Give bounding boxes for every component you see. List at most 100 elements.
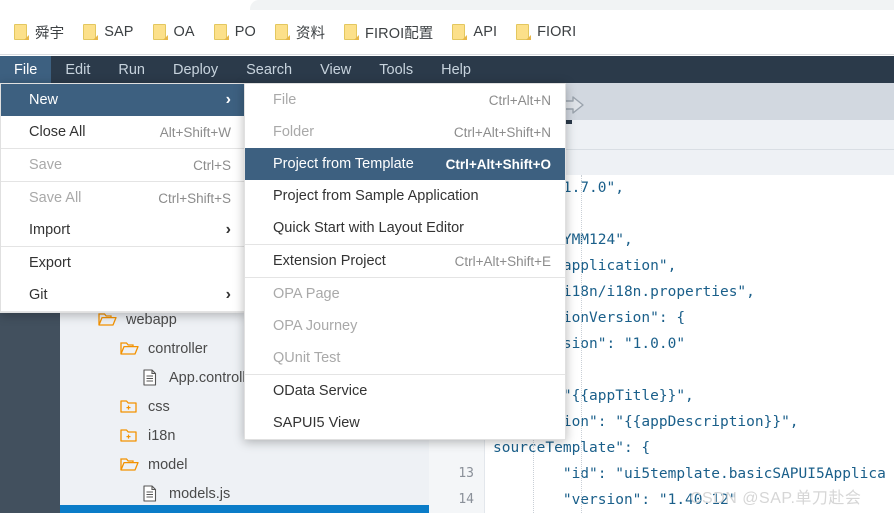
menu-item-label: QUnit Test	[273, 350, 341, 366]
menu-file[interactable]: File	[0, 56, 52, 83]
new-submenu-item-project-from-template[interactable]: Project from Template Ctrl+Alt+Shift+O	[245, 148, 565, 180]
menu-search[interactable]: Search	[232, 56, 306, 83]
new-submenu-item-qunit-test: QUnit Test	[245, 342, 565, 374]
watermark: CSDN @SAP.单刀赴会	[690, 490, 862, 507]
new-submenu-item-sapui5-view[interactable]: SAPUI5 View	[245, 407, 565, 439]
tree-item-label: model	[148, 456, 188, 473]
menu-edit[interactable]: Edit	[51, 56, 104, 83]
bookmark-label: SAP	[104, 24, 134, 40]
menu-separator	[1, 311, 245, 312]
bookmark-item[interactable]: 舜宇	[14, 22, 64, 43]
menu-item-shortcut: Ctrl+Alt+N	[488, 92, 551, 108]
file-menu-item-new[interactable]: New ›	[1, 84, 245, 116]
browser-tab[interactable]	[250, 0, 894, 10]
chevron-right-icon: ›	[225, 91, 231, 108]
browser-tabstrip	[0, 0, 894, 10]
tree-item[interactable]: models.js	[60, 479, 485, 505]
bookmark-label: API	[473, 24, 498, 40]
menu-item-label: File	[273, 92, 297, 108]
menu-item-label: Save All	[29, 190, 82, 206]
folder-open-icon	[98, 312, 117, 327]
folder-icon	[213, 24, 229, 40]
folder-icon	[516, 24, 532, 40]
folder-icon	[152, 24, 168, 40]
tree-item-label: App.controlle	[169, 369, 254, 386]
menu-help[interactable]: Help	[427, 56, 485, 83]
bookmark-label: FIORI	[537, 24, 577, 40]
menu-item-label: OPA Page	[273, 286, 340, 302]
file-menu-item-save: Save Ctrl+S	[1, 149, 245, 181]
bookmarks-bar: 舜宇 SAP OA PO 资料 FIROI配置 API FIORI	[0, 10, 894, 55]
bookmark-item[interactable]: 资料	[274, 22, 326, 43]
menu-item-label: Folder	[273, 124, 315, 140]
menu-item-label: OData Service	[273, 383, 368, 399]
menu-deploy[interactable]: Deploy	[159, 56, 232, 83]
menu-item-label: SAPUI5 View	[273, 415, 360, 431]
folder-icon	[274, 24, 290, 40]
bookmark-item[interactable]: FIROI配置	[344, 22, 433, 43]
bookmark-item[interactable]: OA	[152, 24, 195, 40]
new-submenu-item-file: File Ctrl+Alt+N	[245, 84, 565, 116]
folder-open-icon	[120, 457, 139, 472]
file-menu-item-import[interactable]: Import ›	[1, 214, 245, 246]
menu-bar: File Edit Run Deploy Search View Tools Help	[0, 56, 894, 83]
tree-item-label: i18n	[148, 427, 176, 444]
tree-item[interactable]: model	[60, 450, 485, 479]
file-menu-item-save-all: Save All Ctrl+Shift+S	[1, 182, 245, 214]
folder-icon	[14, 24, 29, 40]
new-submenu-item-project-from-sample-application[interactable]: Project from Sample Application	[245, 180, 565, 212]
menu-item-label: Extension Project	[273, 253, 386, 269]
menu-item-label: OPA Journey	[273, 318, 358, 334]
menu-item-shortcut: Alt+Shift+W	[159, 124, 231, 140]
bookmark-item[interactable]: PO	[213, 24, 256, 40]
folder-collapsed-icon	[120, 399, 139, 414]
bookmark-item[interactable]: FIORI	[516, 24, 576, 40]
menu-item-label: Save	[29, 157, 63, 173]
new-submenu-item-quick-start-with-layout-editor[interactable]: Quick Start with Layout Editor	[245, 212, 565, 244]
menu-item-shortcut: Ctrl+S	[193, 157, 231, 173]
bookmark-label: PO	[234, 24, 256, 40]
menu-item-label: Export	[29, 255, 71, 271]
menu-item-shortcut: Ctrl+Shift+S	[158, 190, 231, 206]
menu-item-label: Close All	[29, 124, 86, 140]
bookmark-item[interactable]: SAP	[83, 24, 133, 40]
chevron-right-icon: ›	[225, 221, 231, 238]
file-icon	[142, 369, 158, 386]
file-menu-item-close-all[interactable]: Close All Alt+Shift+W	[1, 116, 245, 148]
menu-view[interactable]: View	[306, 56, 365, 83]
tree-item-label: controller	[148, 340, 208, 357]
menu-run[interactable]: Run	[104, 56, 159, 83]
menu-item-shortcut: Ctrl+Alt+Shift+O	[445, 156, 551, 172]
menu-item-shortcut: Ctrl+Alt+Shift+N	[453, 124, 551, 140]
indent-guide	[581, 175, 583, 513]
ide-window: 舜宇 SAP OA PO 资料 FIROI配置 API FIORI File Edit Run De…	[0, 0, 894, 513]
bookmark-item[interactable]: API	[452, 24, 497, 40]
new-submenu-item-extension-project[interactable]: Extension Project Ctrl+Alt+Shift+E	[245, 245, 565, 277]
file-menu-item-git[interactable]: Git ›	[1, 279, 245, 311]
new-submenu-item-folder: Folder Ctrl+Alt+Shift+N	[245, 116, 565, 148]
bookmark-label: 资料	[295, 25, 326, 42]
new-submenu-item-opa-page: OPA Page	[245, 278, 565, 310]
bookmark-label: FIROI配置	[365, 25, 434, 42]
bookmark-label: OA	[173, 24, 195, 40]
menu-item-label: Project from Sample Application	[273, 188, 479, 204]
new-submenu-item-odata-service[interactable]: OData Service	[245, 375, 565, 407]
new-submenu-dropdown[interactable]: File Ctrl+Alt+N Folder Ctrl+Alt+Shift+N Proj…	[244, 83, 566, 440]
chevron-right-icon: ›	[225, 286, 231, 303]
menu-item-label: Project from Template	[273, 156, 414, 172]
file-menu-dropdown[interactable]: New › Close All Alt+Shift+W Save Ctrl+S Save A…	[0, 83, 246, 313]
folder-collapsed-icon	[120, 428, 139, 443]
new-submenu-item-opa-journey: OPA Journey	[245, 310, 565, 342]
folder-open-icon	[120, 341, 139, 356]
folder-icon	[452, 24, 468, 40]
tree-item-label: webapp	[126, 311, 177, 328]
folder-icon	[344, 24, 360, 40]
menu-item-label: Git	[29, 287, 48, 303]
menu-item-label: Quick Start with Layout Editor	[273, 220, 464, 236]
menu-item-label: Import	[29, 222, 71, 238]
folder-icon	[83, 24, 99, 40]
menu-tools[interactable]: Tools	[365, 56, 427, 83]
tree-item-label: css	[148, 398, 170, 415]
file-menu-item-export[interactable]: Export	[1, 247, 245, 279]
bookmark-label: 舜宇	[35, 25, 65, 42]
